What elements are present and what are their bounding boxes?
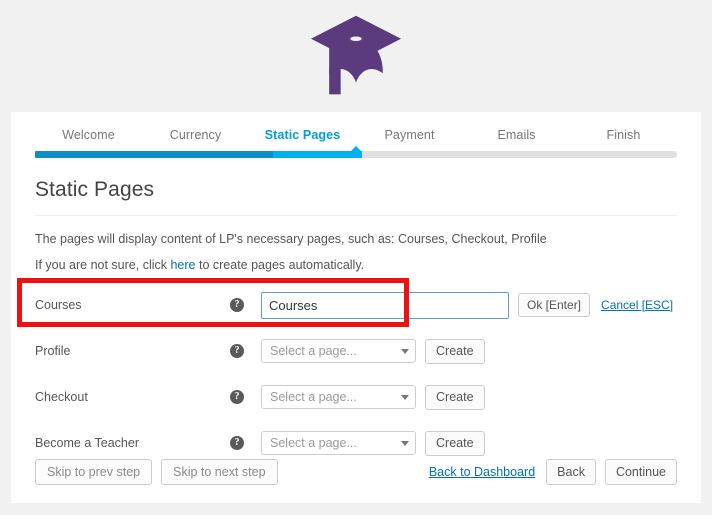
wizard-step-payment[interactable]: Payment: [356, 128, 463, 142]
chevron-down-icon: [401, 440, 409, 446]
checkout-select-value: Select a page...: [270, 390, 357, 404]
footer-right-group: Back to Dashboard Back Continue: [429, 459, 677, 485]
checkout-page-select[interactable]: Select a page...: [261, 385, 416, 409]
create-pages-automatically-link[interactable]: here: [170, 258, 195, 272]
desc-text-after: to create pages automatically.: [195, 258, 365, 272]
back-to-dashboard-link[interactable]: Back to Dashboard: [429, 465, 535, 479]
wizard-step-static-pages[interactable]: Static Pages: [249, 128, 356, 142]
row-label-courses: Courses: [35, 298, 82, 312]
question-mark-icon[interactable]: ?: [230, 298, 244, 312]
wizard-step-nav: Welcome Currency Static Pages Payment Em…: [11, 112, 701, 142]
desc-text-before: If you are not sure, click: [35, 258, 171, 272]
question-mark-icon[interactable]: ?: [230, 390, 244, 404]
static-pages-settings-list: Courses ? Ok [Enter] Cancel [ESC] Profil…: [35, 287, 677, 461]
wizard-step-emails[interactable]: Emails: [463, 128, 570, 142]
profile-page-select[interactable]: Select a page...: [261, 339, 416, 363]
wizard-progress-bar: [35, 146, 677, 158]
create-profile-page-button[interactable]: Create: [425, 338, 485, 364]
row-label-profile: Profile: [35, 344, 71, 358]
wizard-step-welcome[interactable]: Welcome: [35, 128, 142, 142]
create-become-a-teacher-page-button[interactable]: Create: [425, 430, 485, 456]
skip-to-next-step-button[interactable]: Skip to next step: [161, 459, 278, 485]
settings-row-checkout: Checkout ? Select a page... Create: [35, 379, 677, 415]
ok-button[interactable]: Ok [Enter]: [518, 293, 591, 317]
page-title: Static Pages: [35, 178, 155, 201]
settings-row-become-a-teacher: Become a Teacher ? Select a page... Crea…: [35, 425, 677, 461]
question-mark-icon[interactable]: ?: [230, 436, 244, 450]
courses-page-name-input[interactable]: [261, 291, 509, 319]
setup-wizard-card: Welcome Currency Static Pages Payment Em…: [11, 112, 701, 503]
settings-row-courses: Courses ? Ok [Enter] Cancel [ESC]: [35, 287, 677, 323]
back-button[interactable]: Back: [546, 459, 596, 485]
logo-header: [0, 0, 712, 112]
wizard-step-finish[interactable]: Finish: [570, 128, 677, 142]
footer-left-group: Skip to prev step Skip to next step: [35, 459, 278, 485]
become-a-teacher-page-select[interactable]: Select a page...: [261, 431, 416, 455]
row-label-become-a-teacher: Become a Teacher: [35, 436, 139, 450]
settings-row-profile: Profile ? Select a page... Create: [35, 333, 677, 369]
cancel-link[interactable]: Cancel [ESC]: [601, 298, 673, 312]
skip-to-prev-step-button[interactable]: Skip to prev step: [35, 459, 153, 485]
create-checkout-page-button[interactable]: Create: [425, 384, 485, 410]
page-description-line-1: The pages will display content of LP's n…: [35, 232, 547, 246]
title-divider: [35, 215, 677, 216]
graduation-cap-icon: [308, 10, 404, 102]
progress-step-marker-icon: [350, 146, 362, 152]
wizard-footer: Skip to prev step Skip to next step Back…: [35, 459, 677, 485]
continue-button[interactable]: Continue: [604, 459, 677, 485]
wizard-step-currency[interactable]: Currency: [142, 128, 249, 142]
question-mark-icon[interactable]: ?: [230, 344, 244, 358]
page-description-line-2: If you are not sure, click here to creat…: [35, 258, 677, 273]
chevron-down-icon: [401, 348, 409, 354]
become-a-teacher-select-value: Select a page...: [270, 436, 357, 450]
chevron-down-icon: [401, 394, 409, 400]
profile-select-value: Select a page...: [270, 344, 357, 358]
progress-completed-segment: [35, 151, 273, 158]
row-label-checkout: Checkout: [35, 390, 88, 404]
